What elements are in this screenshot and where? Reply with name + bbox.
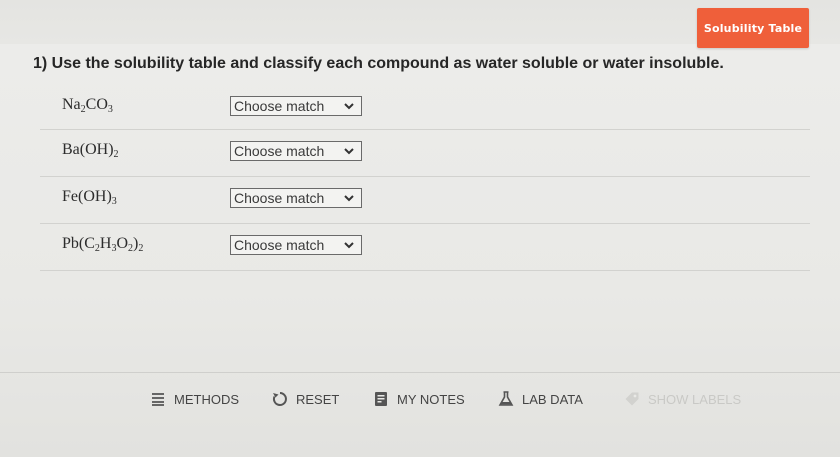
- my-notes-button[interactable]: MY NOTES: [373, 389, 465, 409]
- list-icon: [152, 393, 164, 406]
- reset-icon: [272, 392, 287, 406]
- tag-icon: [625, 392, 639, 406]
- compound-label: Fe(OH)3: [62, 188, 117, 207]
- select-value: Choose match: [234, 98, 325, 114]
- reset-label: RESET: [296, 391, 340, 407]
- select-value: Choose match: [234, 143, 325, 159]
- reset-button[interactable]: RESET: [272, 389, 339, 409]
- chevron-down-icon: [344, 242, 354, 249]
- match-row: Fe(OH)3 Choose match: [40, 177, 810, 224]
- bottom-toolbar: METHODS RESET MY NOTES LAB DATA SHOW LAB…: [0, 385, 840, 413]
- match-select[interactable]: Choose match: [230, 141, 362, 161]
- show-labels-label: SHOW LABELS: [648, 391, 742, 407]
- my-notes-label: MY NOTES: [397, 391, 465, 407]
- notes-icon: [375, 392, 387, 406]
- match-select[interactable]: Choose match: [230, 188, 362, 208]
- match-rows: Na2CO3 Choose match Ba(OH)2 Choose match…: [40, 85, 810, 271]
- lab-data-button[interactable]: LAB DATA: [498, 389, 583, 409]
- select-value: Choose match: [234, 237, 325, 253]
- flask-icon: [498, 391, 514, 406]
- match-row: Ba(OH)2 Choose match: [40, 130, 810, 177]
- compound-label: Ba(OH)2: [62, 141, 119, 160]
- solubility-table-button[interactable]: Solubility Table: [697, 8, 809, 48]
- compound-label: Pb(C2H3O2)2: [62, 235, 144, 254]
- chevron-down-icon: [344, 148, 354, 155]
- chevron-down-icon: [344, 195, 354, 202]
- lab-data-label: LAB DATA: [522, 391, 583, 407]
- select-value: Choose match: [234, 190, 325, 206]
- show-labels-button[interactable]: SHOW LABELS: [624, 389, 741, 409]
- methods-button[interactable]: METHODS: [150, 389, 239, 409]
- match-select[interactable]: Choose match: [230, 96, 362, 116]
- methods-label: METHODS: [174, 391, 239, 407]
- match-row: Pb(C2H3O2)2 Choose match: [40, 224, 810, 271]
- compound-label: Na2CO3: [62, 96, 113, 115]
- chevron-down-icon: [344, 103, 354, 110]
- match-row: Na2CO3 Choose match: [40, 85, 810, 130]
- match-select[interactable]: Choose match: [230, 235, 362, 255]
- toolbar-divider: [0, 372, 840, 373]
- question-text: 1) Use the solubility table and classify…: [33, 55, 724, 72]
